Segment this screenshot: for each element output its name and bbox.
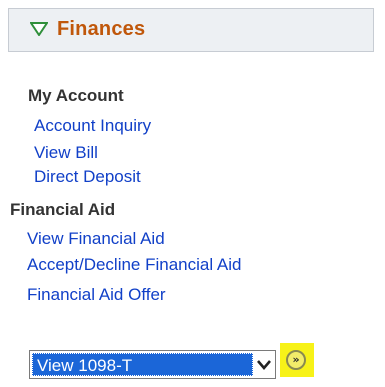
direct-deposit-link[interactable]: Direct Deposit (34, 167, 141, 187)
financial-aid-offer-link[interactable]: Financial Aid Offer (27, 285, 166, 305)
chevron-down-icon[interactable] (255, 354, 273, 375)
collapse-triangle-icon[interactable] (30, 22, 48, 36)
finances-panel-header[interactable]: Finances (8, 8, 374, 52)
my-account-heading: My Account (28, 86, 124, 105)
double-chevron-right-icon: » (286, 350, 306, 370)
view-bill-link[interactable]: View Bill (34, 143, 98, 163)
accept-decline-financial-aid-link[interactable]: Accept/Decline Financial Aid (27, 255, 242, 275)
other-finances-select[interactable]: View 1098-T (29, 350, 276, 379)
account-inquiry-link[interactable]: Account Inquiry (34, 116, 151, 136)
view-financial-aid-link[interactable]: View Financial Aid (27, 229, 165, 249)
financial-aid-heading: Financial Aid (10, 200, 116, 219)
selected-option: View 1098-T (32, 353, 253, 376)
panel-title: Finances (57, 18, 146, 40)
go-button[interactable]: » (280, 343, 314, 377)
